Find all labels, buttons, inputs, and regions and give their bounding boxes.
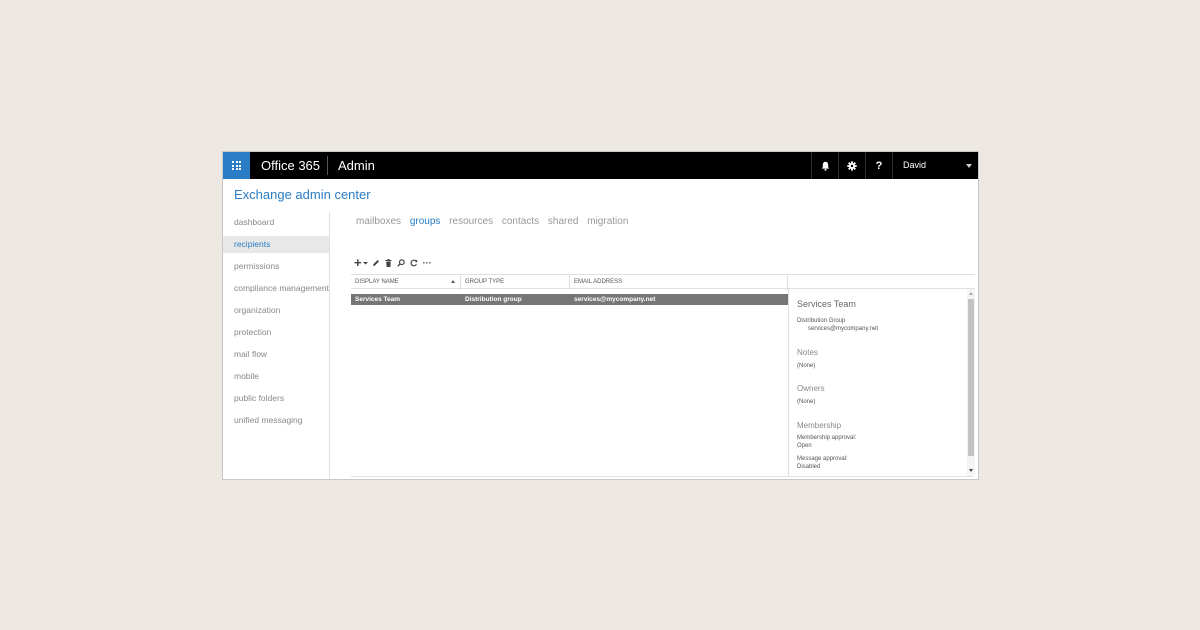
details-email: services@mycompany.net <box>808 326 879 332</box>
help-label: ? <box>875 159 883 172</box>
table-row[interactable]: Services Team Distribution group service… <box>351 294 788 305</box>
details-title: Services Team <box>797 299 856 309</box>
header-divider <box>327 156 328 175</box>
details-notes-heading: Notes <box>797 348 818 357</box>
tab-groups[interactable]: groups <box>410 216 441 227</box>
user-menu[interactable]: David <box>892 152 978 179</box>
tab-mailboxes[interactable]: mailboxes <box>356 216 401 227</box>
cell-group-type: Distribution group <box>465 296 522 303</box>
details-membership-approval-value: Open <box>797 443 812 449</box>
recipient-tabs: mailboxes groups resources contacts shar… <box>356 216 634 227</box>
nav-item-unified-messaging[interactable]: unified messaging <box>223 412 329 429</box>
nav-item-protection[interactable]: protection <box>223 324 329 341</box>
cell-email-address: services@mycompany.net <box>574 296 656 303</box>
add-icon[interactable]: + <box>354 256 362 269</box>
cell-display-name: Services Team <box>355 296 401 303</box>
notifications-bell-icon[interactable] <box>811 152 838 179</box>
column-header-email-address[interactable]: EMAIL ADDRESS <box>570 275 788 290</box>
details-pane: Services Team Distribution Group service… <box>788 289 975 476</box>
details-notes-value: (None) <box>797 363 816 369</box>
groups-table: DISPLAY NAME GROUP TYPE EMAIL ADDRESS Se… <box>351 274 788 305</box>
scroll-up-icon[interactable] <box>969 292 973 295</box>
details-scrollbar[interactable] <box>967 289 975 476</box>
column-header-label: EMAIL ADDRESS <box>574 279 623 285</box>
details-owners-heading: Owners <box>797 384 825 393</box>
top-bar: Office 365 Admin ? David <box>223 152 978 179</box>
details-membership-approval-label: Membership approval: <box>797 435 857 441</box>
exchange-admin-window: Office 365 Admin ? David Exchange admin … <box>222 151 979 480</box>
nav-item-compliance-management[interactable]: compliance management <box>223 280 329 297</box>
nav-item-permissions[interactable]: permissions <box>223 258 329 275</box>
user-name: David <box>903 160 927 170</box>
nav-item-dashboard[interactable]: dashboard <box>223 214 329 231</box>
details-membership-heading: Membership <box>797 421 842 430</box>
settings-gear-icon[interactable] <box>838 152 865 179</box>
column-header-label: GROUP TYPE <box>465 279 505 285</box>
scroll-down-icon[interactable] <box>969 469 973 472</box>
more-icon[interactable]: ··· <box>423 257 432 269</box>
nav-item-mobile[interactable]: mobile <box>223 368 329 385</box>
scrollbar-thumb[interactable] <box>968 299 974 456</box>
nav-item-mail-flow[interactable]: mail flow <box>223 346 329 363</box>
tab-contacts[interactable]: contacts <box>502 216 539 227</box>
tab-shared[interactable]: shared <box>548 216 579 227</box>
details-group-type: Distribution Group <box>797 318 846 324</box>
nav-item-public-folders[interactable]: public folders <box>223 390 329 407</box>
refresh-icon[interactable] <box>410 259 418 267</box>
details-message-approval-label: Message approval: <box>797 456 848 462</box>
details-pane-header <box>788 274 975 289</box>
app-title[interactable]: Admin <box>338 158 375 173</box>
column-header-label: DISPLAY NAME <box>355 279 399 285</box>
help-icon[interactable]: ? <box>865 152 892 179</box>
chevron-down-icon <box>966 164 972 168</box>
details-message-approval-value: Disabled <box>797 464 821 470</box>
nav-item-organization[interactable]: organization <box>223 302 329 319</box>
table-bottom-divider <box>351 476 973 477</box>
groups-toolbar: + ··· <box>354 256 437 269</box>
nav-item-recipients[interactable]: recipients <box>223 236 329 253</box>
column-header-group-type[interactable]: GROUP TYPE <box>461 275 570 290</box>
search-icon[interactable] <box>396 259 405 267</box>
left-nav: dashboard recipients permissions complia… <box>223 212 330 479</box>
edit-icon[interactable] <box>372 259 380 267</box>
delete-icon[interactable] <box>385 259 392 267</box>
tab-resources[interactable]: resources <box>449 216 493 227</box>
tab-migration[interactable]: migration <box>587 216 628 227</box>
page-title: Exchange admin center <box>234 187 371 202</box>
sort-ascending-icon <box>451 280 455 283</box>
app-launcher-icon[interactable] <box>223 152 250 179</box>
column-header-display-name[interactable]: DISPLAY NAME <box>351 275 461 290</box>
table-header: DISPLAY NAME GROUP TYPE EMAIL ADDRESS <box>351 274 788 290</box>
chevron-down-icon[interactable] <box>362 261 368 265</box>
brand-title[interactable]: Office 365 <box>261 158 320 173</box>
details-owners-value: (None) <box>797 399 816 405</box>
